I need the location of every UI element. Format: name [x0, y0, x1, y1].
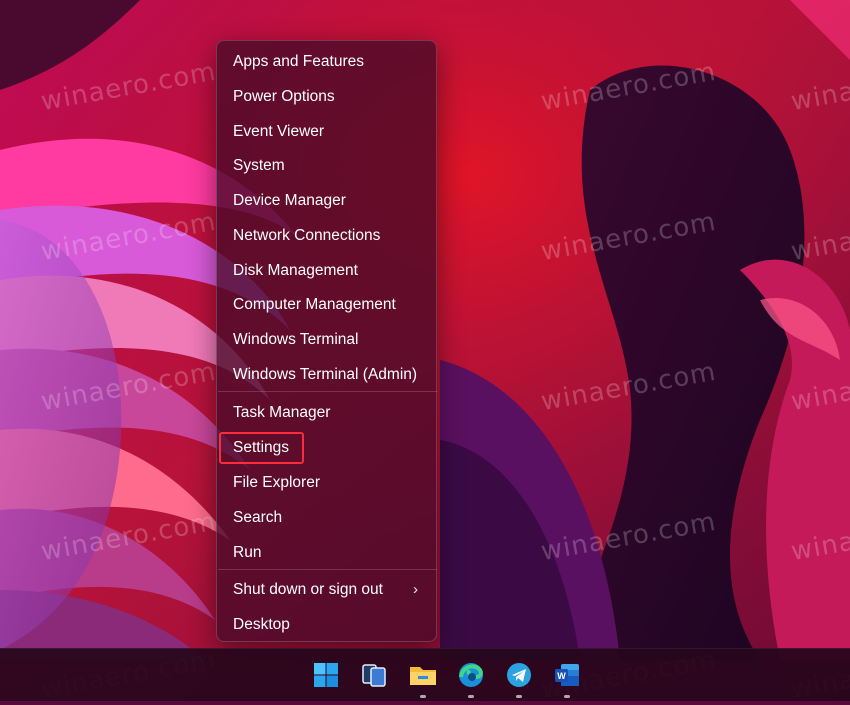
menu-item-run[interactable]: Run: [222, 538, 432, 568]
menu-item-computer-management[interactable]: Computer Management: [222, 290, 432, 320]
menu-item-event-viewer[interactable]: Event Viewer: [222, 117, 432, 147]
menu-divider: [218, 569, 437, 570]
menu-item-windows-terminal[interactable]: Windows Terminal: [222, 325, 432, 355]
menu-item-system[interactable]: System: [222, 151, 432, 181]
word-icon[interactable]: W: [551, 659, 583, 691]
menu-item-task-manager[interactable]: Task Manager: [222, 398, 432, 428]
menu-item-search[interactable]: Search: [222, 503, 432, 533]
menu-item-windows-terminal-admin[interactable]: Windows Terminal (Admin): [222, 360, 432, 390]
edge-browser-icon[interactable]: [455, 659, 487, 691]
taskbar: W: [0, 648, 850, 701]
windows-start-icon[interactable]: [310, 659, 342, 691]
running-indicator: [468, 695, 474, 698]
task-view-icon[interactable]: [358, 659, 390, 691]
menu-item-device-manager[interactable]: Device Manager: [222, 186, 432, 216]
chevron-right-icon: ›: [413, 581, 418, 598]
menu-item-label: Shut down or sign out: [233, 581, 383, 598]
svg-text:W: W: [557, 671, 566, 681]
running-indicator: [516, 695, 522, 698]
telegram-icon[interactable]: [503, 659, 535, 691]
menu-item-network-connections[interactable]: Network Connections: [222, 221, 432, 251]
menu-item-shut-down-or-sign-out[interactable]: Shut down or sign out ›: [222, 575, 432, 605]
file-explorer-icon[interactable]: [407, 659, 439, 691]
menu-item-settings[interactable]: Settings: [219, 432, 432, 464]
menu-item-power-options[interactable]: Power Options: [222, 82, 432, 112]
menu-item-desktop[interactable]: Desktop: [222, 610, 432, 640]
winx-context-menu: Apps and Features Power Options Event Vi…: [216, 40, 437, 642]
running-indicator: [420, 695, 426, 698]
menu-item-disk-management[interactable]: Disk Management: [222, 256, 432, 286]
menu-divider: [218, 391, 437, 392]
menu-item-file-explorer[interactable]: File Explorer: [222, 468, 432, 498]
running-indicator: [564, 695, 570, 698]
menu-item-apps-and-features[interactable]: Apps and Features: [222, 47, 432, 77]
